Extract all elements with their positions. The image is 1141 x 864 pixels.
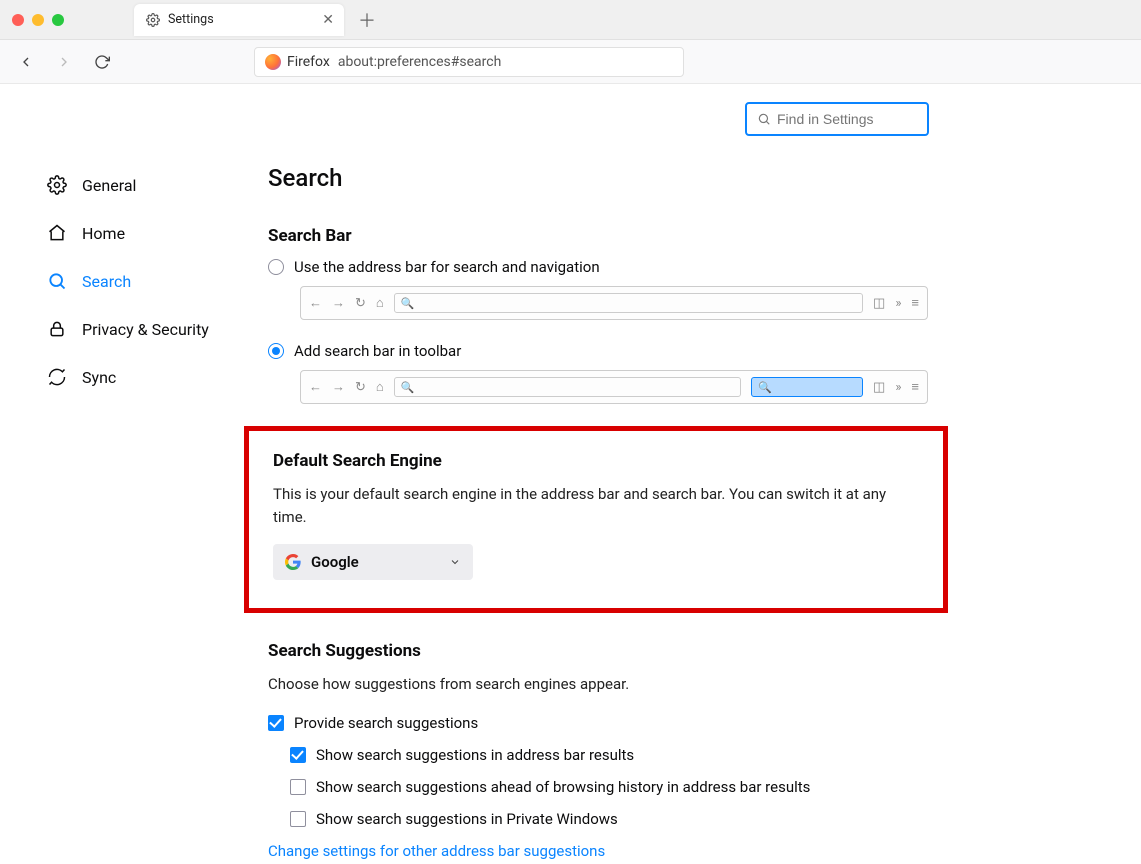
new-tab-button[interactable]: ＋	[358, 7, 376, 33]
forward-button[interactable]	[48, 46, 80, 78]
browser-tab-settings[interactable]: Settings ✕	[134, 4, 344, 36]
sidebar-item-general[interactable]: General	[40, 164, 230, 206]
section-default-engine-heading: Default Search Engine	[273, 451, 919, 471]
sidebar-item-label: Search	[82, 272, 131, 291]
search-icon	[757, 112, 771, 126]
window-controls	[12, 14, 64, 26]
menu-icon: ≡	[911, 379, 919, 395]
preferences-page: General Home Search Privacy & Security S…	[0, 84, 1141, 864]
checkbox-label: Show search suggestions ahead of browsin…	[316, 778, 810, 796]
arrow-right-icon: →	[332, 379, 345, 395]
section-suggestions-heading: Search Suggestions	[268, 641, 940, 661]
checkbox-icon	[268, 715, 284, 731]
tab-label: Settings	[168, 12, 314, 27]
arrow-left-icon: ←	[309, 295, 322, 311]
checkbox-label: Show search suggestions in Private Windo…	[316, 810, 618, 828]
arrow-left-icon: ←	[309, 379, 322, 395]
checkbox-suggestions-private[interactable]: Show search suggestions in Private Windo…	[290, 810, 940, 828]
find-settings-box[interactable]	[745, 102, 929, 136]
radio-label: Add search bar in toolbar	[294, 342, 461, 360]
identity-badge: Firefox	[265, 54, 330, 70]
lock-icon	[46, 319, 68, 339]
link-change-addressbar-settings[interactable]: Change settings for other address bar su…	[268, 842, 605, 860]
checkbox-label: Show search suggestions in address bar r…	[316, 746, 634, 764]
sidebar-item-privacy[interactable]: Privacy & Security	[40, 308, 230, 350]
url-text: about:preferences#search	[338, 54, 501, 70]
checkbox-icon	[290, 779, 306, 795]
reload-icon: ↻	[355, 380, 366, 395]
checkbox-provide-suggestions[interactable]: Provide search suggestions	[268, 714, 940, 732]
radio-icon	[268, 343, 284, 359]
gear-icon	[46, 175, 68, 195]
checkbox-icon	[290, 747, 306, 763]
radio-label: Use the address bar for search and navig…	[294, 258, 600, 276]
overflow-icon: »	[895, 296, 901, 311]
home-icon: ⌂	[376, 379, 384, 395]
sidebar-item-label: General	[82, 176, 136, 195]
suggestions-description: Choose how suggestions from search engin…	[268, 673, 940, 696]
sidebar-item-label: Privacy & Security	[82, 320, 209, 339]
settings-sidebar: General Home Search Privacy & Security S…	[0, 84, 240, 864]
google-icon	[285, 554, 301, 570]
checkbox-icon	[290, 811, 306, 827]
default-engine-description: This is your default search engine in th…	[273, 483, 919, 530]
sidebar-item-home[interactable]: Home	[40, 212, 230, 254]
checkbox-label: Provide search suggestions	[294, 714, 478, 732]
settings-content: Search Search Bar Use the address bar fo…	[240, 84, 940, 864]
gear-icon	[146, 13, 160, 27]
back-button[interactable]	[10, 46, 42, 78]
sidebar-item-sync[interactable]: Sync	[40, 356, 230, 398]
firefox-icon	[265, 54, 281, 70]
sidebar-icon: ◫	[873, 380, 885, 395]
maximize-window-button[interactable]	[52, 14, 64, 26]
sidebar-icon: ◫	[873, 296, 885, 311]
find-settings-wrap	[745, 102, 929, 136]
toolbar-preview-combined: ← → ↻ ⌂ 🔍 ◫ » ≡	[300, 286, 928, 320]
search-icon: 🔍	[401, 297, 415, 310]
highlighted-default-engine-section: Default Search Engine This is your defau…	[244, 426, 948, 613]
close-window-button[interactable]	[12, 14, 24, 26]
section-search-bar-heading: Search Bar	[268, 226, 940, 246]
reload-button[interactable]	[86, 46, 118, 78]
close-tab-icon[interactable]: ✕	[322, 12, 334, 28]
toolbar-preview-separate: ← → ↻ ⌂ 🔍 🔍 ◫ » ≡	[300, 370, 928, 404]
minimize-window-button[interactable]	[32, 14, 44, 26]
radio-use-address-bar[interactable]: Use the address bar for search and navig…	[268, 258, 940, 276]
titlebar: Settings ✕ ＋	[0, 0, 1141, 40]
sidebar-item-label: Sync	[82, 368, 116, 387]
arrow-right-icon: →	[332, 295, 345, 311]
preview-urlbar: 🔍	[394, 293, 863, 313]
home-icon	[46, 223, 68, 243]
page-title: Search	[268, 164, 940, 192]
sidebar-item-label: Home	[82, 224, 125, 243]
menu-icon: ≡	[911, 295, 919, 311]
reload-icon: ↻	[355, 296, 366, 311]
radio-icon	[268, 259, 284, 275]
chevron-down-icon	[449, 556, 461, 568]
search-icon: 🔍	[401, 381, 415, 394]
checkbox-suggestions-ahead-history[interactable]: Show search suggestions ahead of browsin…	[290, 778, 940, 796]
find-settings-input[interactable]	[777, 111, 917, 127]
checkbox-suggestions-addressbar[interactable]: Show search suggestions in address bar r…	[290, 746, 940, 764]
url-bar[interactable]: Firefox about:preferences#search	[254, 47, 684, 77]
home-icon: ⌂	[376, 295, 384, 311]
search-icon	[46, 271, 68, 291]
identity-label: Firefox	[287, 54, 330, 70]
preview-urlbar: 🔍	[394, 377, 741, 397]
default-engine-select[interactable]: Google	[273, 544, 473, 580]
default-engine-label: Google	[311, 553, 359, 571]
search-icon: 🔍	[758, 381, 772, 394]
nav-toolbar: Firefox about:preferences#search	[0, 40, 1141, 84]
sidebar-item-search[interactable]: Search	[40, 260, 230, 302]
overflow-icon: »	[895, 380, 901, 395]
preview-searchbar: 🔍	[751, 377, 863, 397]
radio-add-search-bar[interactable]: Add search bar in toolbar	[268, 342, 940, 360]
sync-icon	[46, 367, 68, 387]
